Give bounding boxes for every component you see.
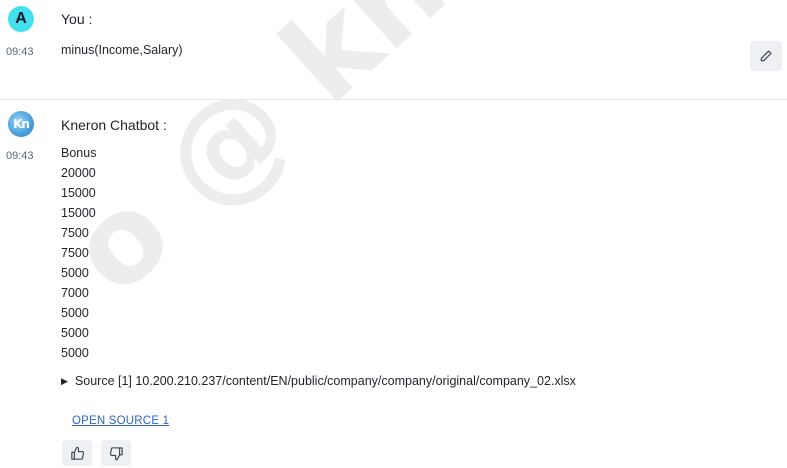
response-line: 5000 [61, 266, 89, 280]
source-disclosure[interactable]: ▶ Source [1] 10.200.210.237/content/EN/p… [61, 374, 576, 388]
response-line: 7000 [61, 286, 89, 300]
response-line: 15000 [61, 206, 96, 220]
source-label: Source [1] 10.200.210.237/content/EN/pub… [74, 374, 576, 388]
bot-avatar-text: Kn [13, 117, 30, 131]
user-avatar-letter: A [15, 10, 27, 27]
user-sender-label: You : [61, 11, 93, 27]
thumbs-up-icon [70, 446, 84, 460]
response-line: 5000 [61, 346, 89, 360]
response-line: 7500 [61, 246, 89, 260]
response-line: 15000 [61, 186, 96, 200]
response-line: 5000 [61, 326, 89, 340]
thumbs-down-icon [109, 446, 123, 460]
pencil-icon [760, 50, 772, 62]
open-source-link[interactable]: OPEN SOURCE 1 [72, 415, 169, 427]
user-avatar: A [8, 6, 34, 32]
response-line: 7500 [61, 226, 89, 240]
user-message-text: minus(Income,Salary) [61, 43, 183, 57]
response-line: 5000 [61, 306, 89, 320]
bot-message-time: 09:43 [6, 150, 34, 162]
bot-response-lines: Bonus 20000 15000 15000 7500 7500 5000 7… [61, 143, 96, 363]
thumbs-down-button[interactable] [101, 440, 131, 466]
bot-sender-label: Kneron Chatbot : [61, 117, 167, 133]
response-line: Bonus [61, 146, 97, 160]
expand-triangle-icon: ▶ [61, 375, 68, 386]
user-message-time: 09:43 [6, 46, 34, 58]
bot-avatar: Kn [8, 111, 34, 137]
edit-message-button[interactable] [750, 41, 782, 71]
thumbs-up-button[interactable] [62, 440, 92, 466]
response-line: 20000 [61, 166, 96, 180]
user-message: A 09:43 You : minus(Income,Salary) [0, 0, 787, 100]
bot-message: Kn 09:43 Kneron Chatbot : Bonus 20000 15… [0, 100, 787, 468]
